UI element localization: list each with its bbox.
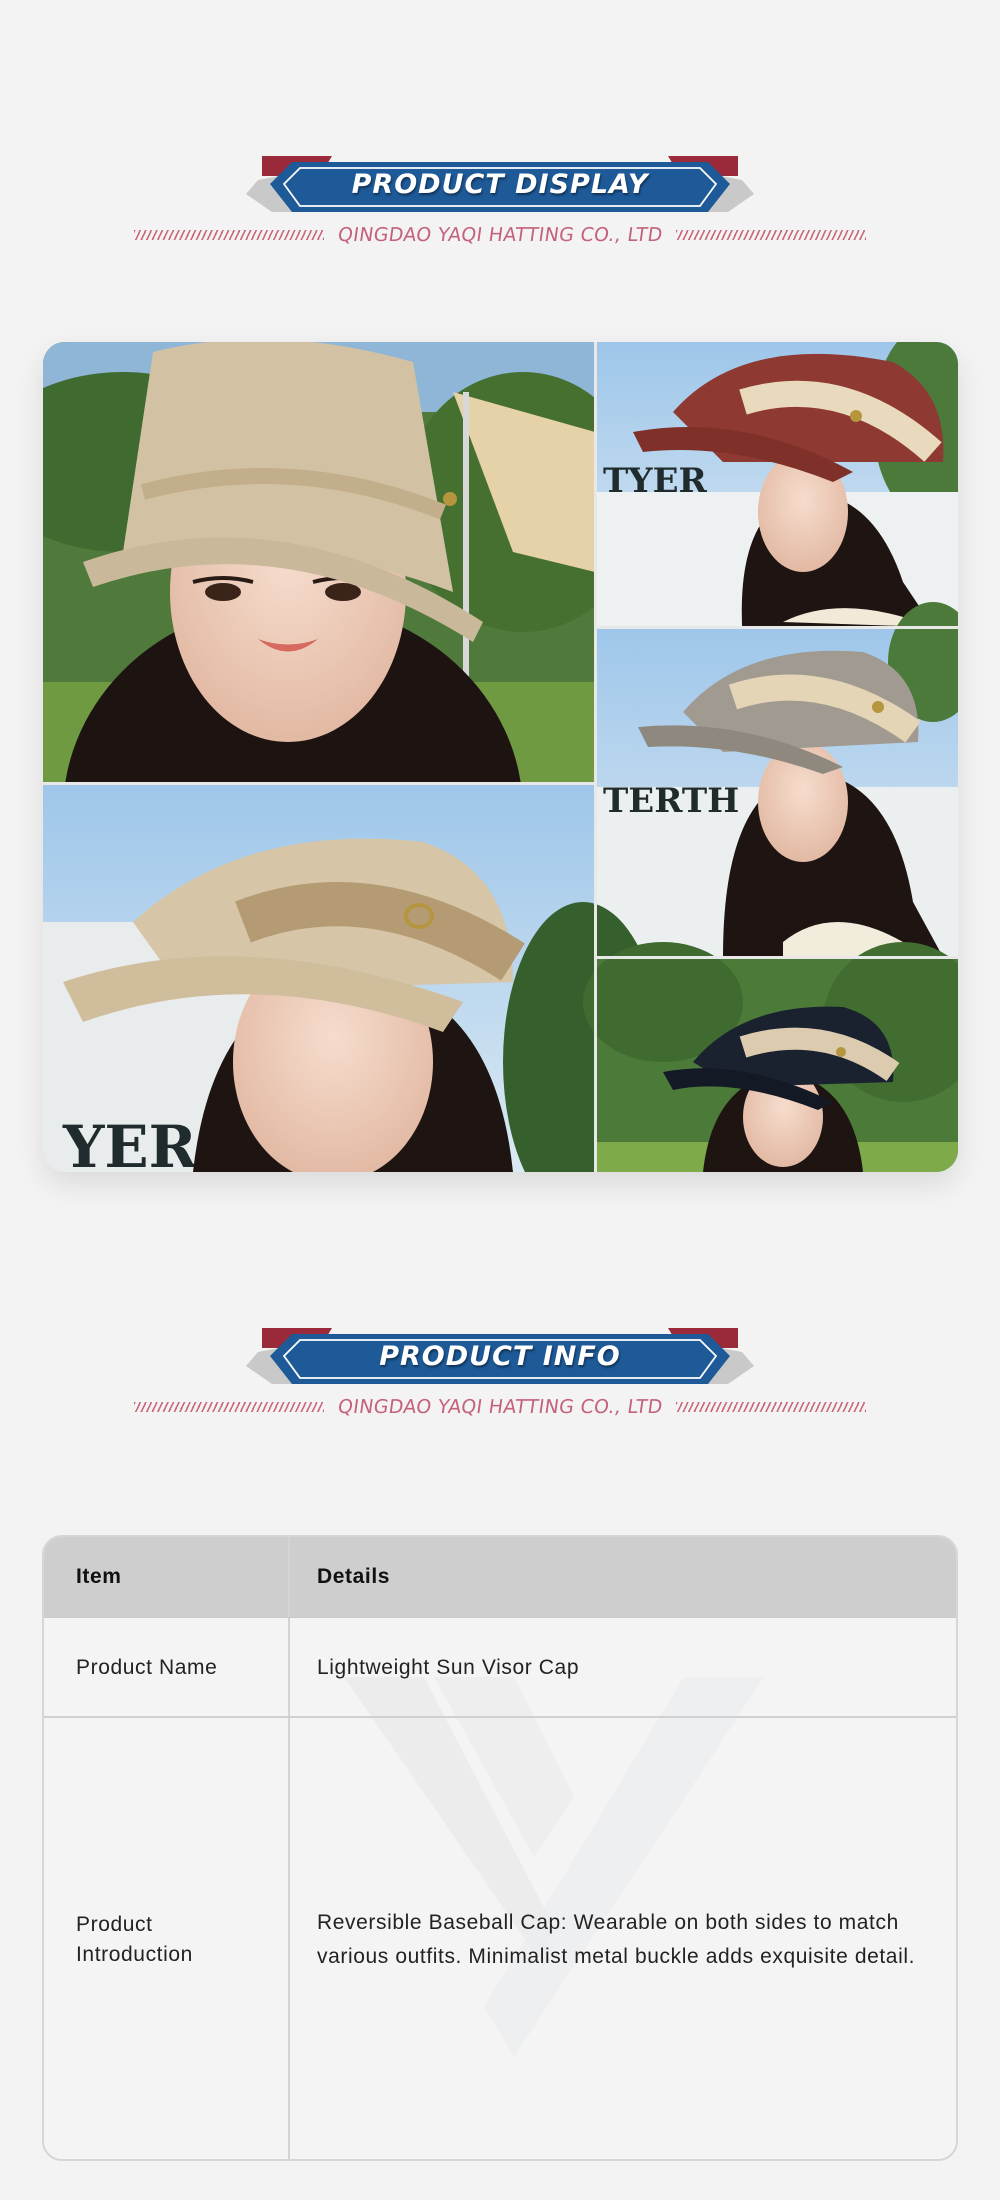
row-value-product-introduction: Reversible Baseball Cap: Wearable on bot… bbox=[317, 1910, 916, 1968]
svg-text:TYER: TYER bbox=[603, 461, 707, 501]
company-line: QINGDAO YAQI HATTING CO., LTD bbox=[0, 222, 1000, 248]
table-row: Product Introduction Reversible Baseball… bbox=[44, 1716, 956, 2159]
table-row: Product Name Lightweight Sun Visor Cap bbox=[44, 1617, 956, 1717]
section-title: PRODUCT DISPLAY bbox=[351, 168, 649, 200]
decorative-slashes-left bbox=[133, 1402, 324, 1412]
row-label-product-introduction: Product Introduction bbox=[44, 1718, 290, 2159]
company-name: QINGDAO YAQI HATTING CO., LTD bbox=[336, 1396, 664, 1418]
row-value-product-name: Lightweight Sun Visor Cap bbox=[317, 1655, 580, 1679]
product-info-table: Item Details Product Name Lightweight Su… bbox=[42, 1535, 958, 2161]
photo-red-visor-cap: TYER bbox=[596, 342, 958, 642]
svg-text:YER: YER bbox=[62, 1113, 198, 1172]
product-info-banner: PRODUCT INFO QINGDAO YAQI HATTING CO., L… bbox=[0, 1322, 1000, 1442]
photo-navy-visor-cap bbox=[583, 942, 958, 1172]
header-item: Item bbox=[44, 1537, 290, 1617]
section-title: PRODUCT INFO bbox=[379, 1340, 621, 1372]
photo-gray-visor-cap: TERTH bbox=[596, 602, 958, 957]
collage-images: TYER TERTH YER bbox=[43, 342, 958, 1172]
decorative-slashes-left bbox=[133, 230, 324, 240]
product-photo-collage: TYER TERTH YER bbox=[43, 342, 958, 1172]
decorative-slashes-right bbox=[676, 230, 867, 240]
product-display-banner: PRODUCT DISPLAY QINGDAO YAQI HATTING CO.… bbox=[0, 150, 1000, 270]
decorative-slashes-right bbox=[676, 1402, 867, 1412]
header-details: Details bbox=[317, 1565, 391, 1589]
company-line: QINGDAO YAQI HATTING CO., LTD bbox=[0, 1394, 1000, 1420]
company-name: QINGDAO YAQI HATTING CO., LTD bbox=[336, 224, 664, 246]
svg-text:TERTH: TERTH bbox=[603, 781, 739, 821]
photo-beige-visor-cap: YER bbox=[43, 784, 663, 1172]
row-label-product-name: Product Name bbox=[44, 1618, 290, 1717]
table-header-row: Item Details bbox=[44, 1537, 956, 1617]
